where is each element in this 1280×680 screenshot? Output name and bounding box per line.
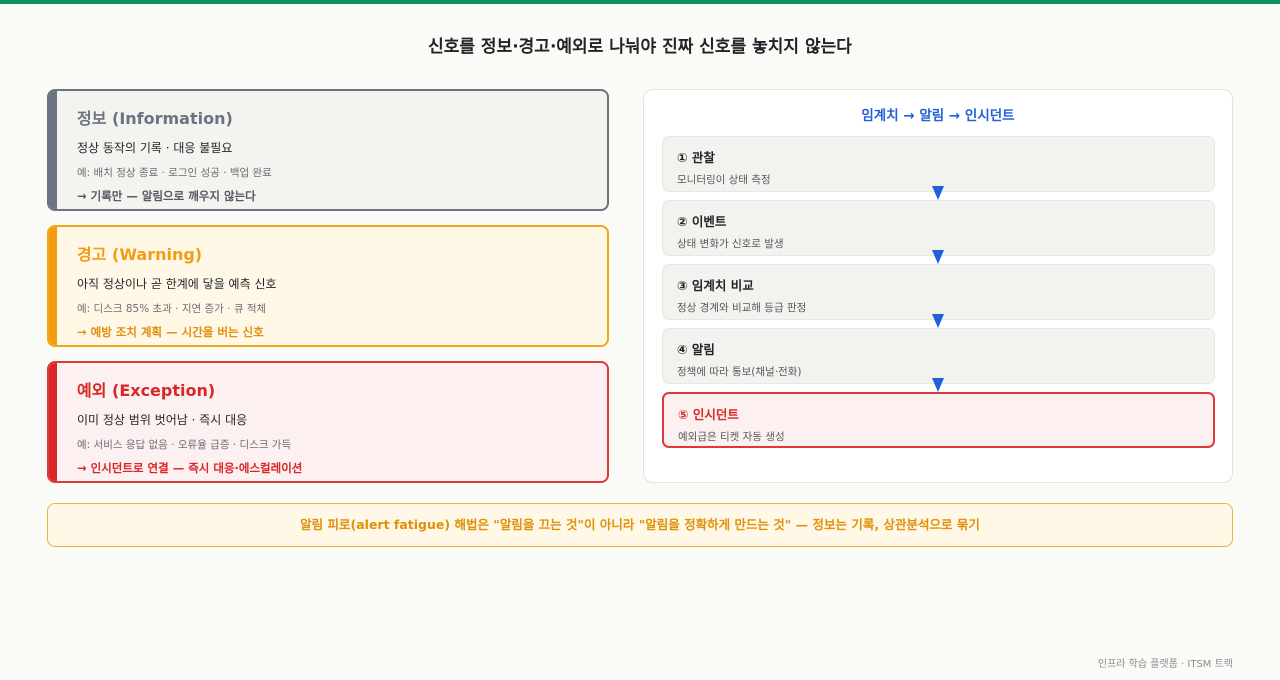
card-exception: 예외 (Exception) 이미 정상 범위 벗어남 · 즉시 대응 예: 서… bbox=[47, 361, 609, 483]
tip-banner: 알림 피로(alert fatigue) 해법은 "알림을 끄는 것"이 아니라… bbox=[47, 503, 1233, 547]
step-title: ③ 임계치 비교 bbox=[677, 278, 754, 293]
step-description: 정책에 따라 통보(채널·전화) bbox=[677, 366, 802, 378]
card-example: 예: 디스크 85% 초과 · 지연 증가 · 큐 적체 bbox=[77, 303, 267, 315]
flow-panel: 임계치 → 알림 → 인시던트 ① 관찰 모니터링이 상태 측정 ② 이벤트 상… bbox=[643, 89, 1233, 483]
card-information: 정보 (Information) 정상 동작의 기록 · 대응 불필요 예: 배… bbox=[47, 89, 609, 211]
step-description: 정상 경계와 비교해 등급 판정 bbox=[677, 302, 807, 314]
step-description: 모니터링이 상태 측정 bbox=[677, 174, 771, 186]
flow-step-observe: ① 관찰 모니터링이 상태 측정 bbox=[662, 136, 1215, 192]
card-example: 예: 서비스 응답 없음 · 오류율 급증 · 디스크 가득 bbox=[77, 439, 292, 451]
flow-step-alert: ④ 알림 정책에 따라 통보(채널·전화) bbox=[662, 328, 1215, 384]
page-title: 신호를 정보·경고·예외로 나눠야 진짜 신호를 놓치지 않는다 bbox=[428, 37, 852, 57]
step-title: ⑤ 인시던트 bbox=[678, 407, 739, 422]
card-action: → 인시던트로 연결 — 즉시 대응·에스컬레이션 bbox=[77, 461, 303, 475]
card-title: 예외 (Exception) bbox=[77, 381, 216, 400]
footer-credit: 인프라 학습 플랫폼 · ITSM 트랙 bbox=[1097, 659, 1233, 670]
card-action: → 예방 조치 계획 — 시간을 버는 신호 bbox=[77, 325, 264, 339]
flow-arrow-down-icon bbox=[932, 186, 944, 200]
step-title: ② 이벤트 bbox=[677, 214, 727, 229]
flow-arrow-down-icon bbox=[932, 378, 944, 392]
step-title: ① 관찰 bbox=[677, 150, 715, 165]
flow-title: 임계치 → 알림 → 인시던트 bbox=[861, 108, 1015, 124]
top-accent-bar bbox=[0, 0, 1280, 4]
card-title: 경고 (Warning) bbox=[77, 245, 203, 264]
flow-step-incident: ⑤ 인시던트 예외급은 티켓 자동 생성 bbox=[662, 392, 1215, 448]
card-description: 이미 정상 범위 벗어남 · 즉시 대응 bbox=[77, 413, 248, 427]
card-description: 아직 정상이나 곧 한계에 닿을 예측 신호 bbox=[77, 277, 277, 291]
card-title: 정보 (Information) bbox=[77, 109, 233, 128]
flow-arrow-down-icon bbox=[932, 250, 944, 264]
card-warning: 경고 (Warning) 아직 정상이나 곧 한계에 닿을 예측 신호 예: 디… bbox=[47, 225, 609, 347]
card-action: → 기록만 — 알림으로 깨우지 않는다 bbox=[77, 189, 256, 203]
card-example: 예: 배치 정상 종료 · 로그인 성공 · 백업 완료 bbox=[77, 167, 272, 179]
flow-step-event: ② 이벤트 상태 변화가 신호로 발생 bbox=[662, 200, 1215, 256]
step-title: ④ 알림 bbox=[677, 342, 715, 357]
card-description: 정상 동작의 기록 · 대응 불필요 bbox=[77, 141, 233, 155]
flow-arrow-down-icon bbox=[932, 314, 944, 328]
step-description: 상태 변화가 신호로 발생 bbox=[677, 238, 784, 250]
flow-step-threshold: ③ 임계치 비교 정상 경계와 비교해 등급 판정 bbox=[662, 264, 1215, 320]
step-description: 예외급은 티켓 자동 생성 bbox=[678, 431, 785, 443]
